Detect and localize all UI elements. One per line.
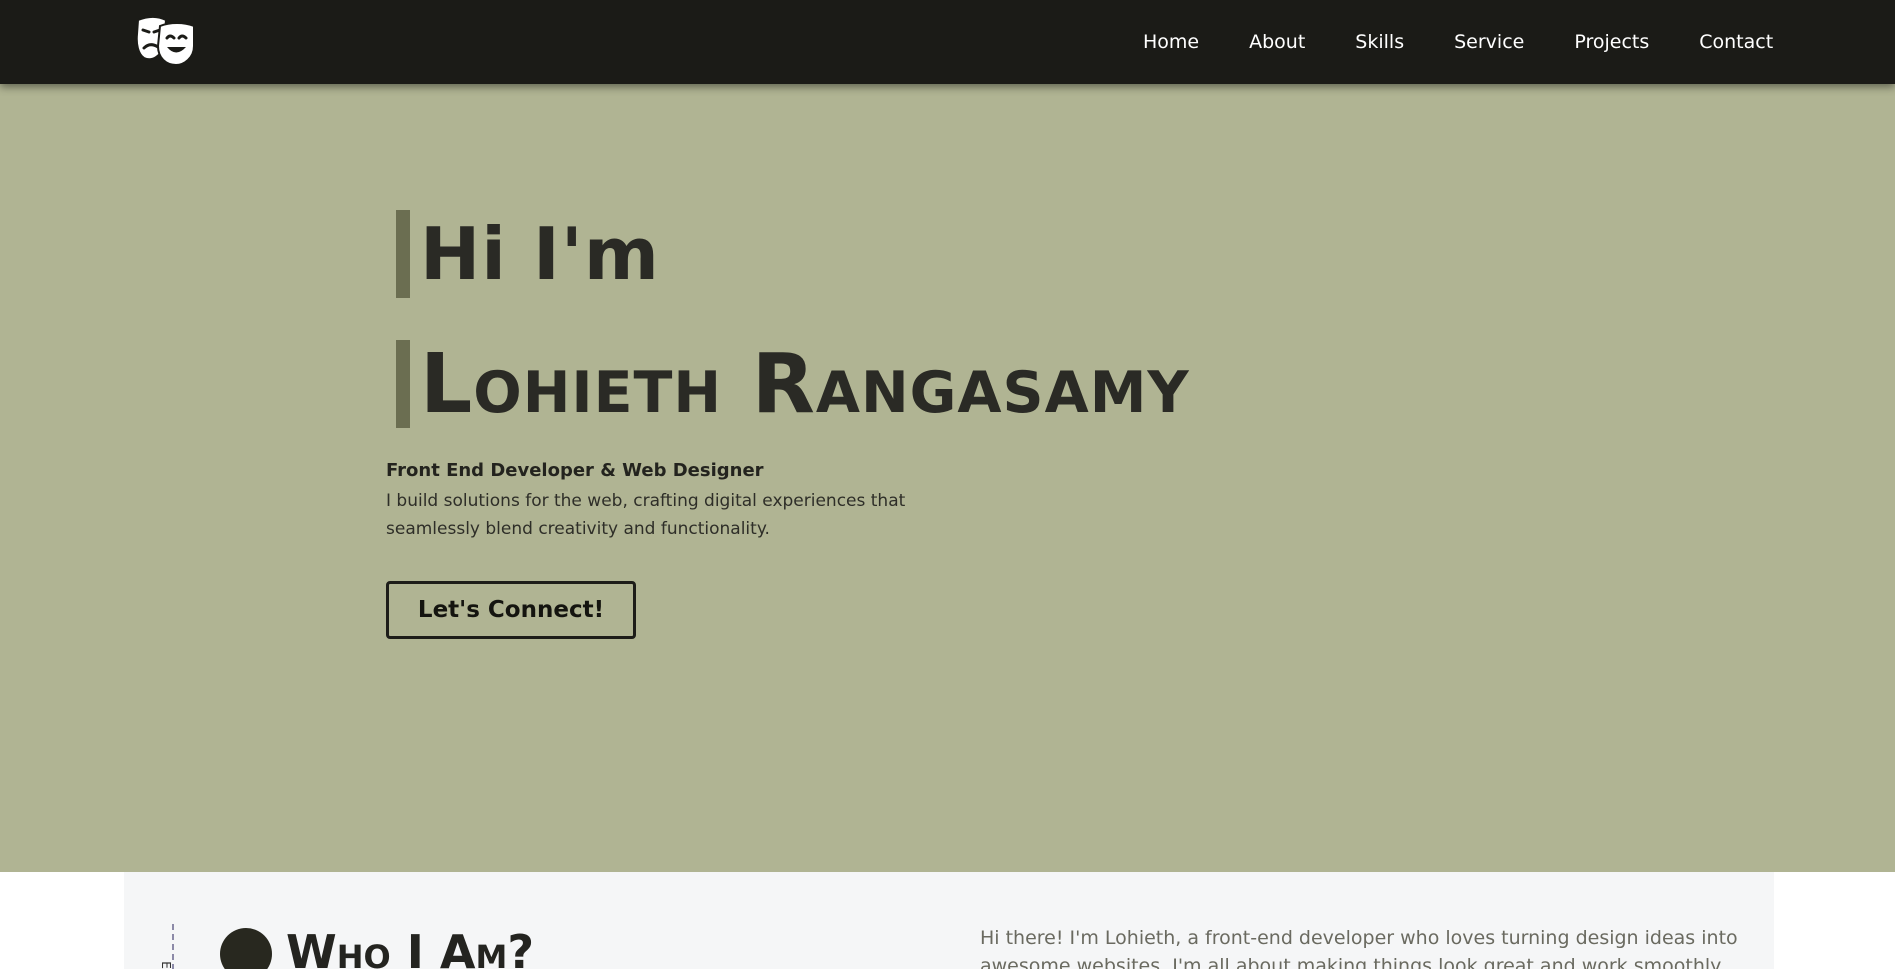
section-bullet — [220, 928, 272, 969]
nav-menu: Home About Skills Service Projects Conta… — [1143, 30, 1773, 54]
about-intro: Hi there! I'm Lohieth, a front-end devel… — [980, 927, 1738, 969]
hero-section: Hi I'm Lohieth Rangasamy Front End Devel… — [0, 84, 1895, 872]
accent-bar — [396, 340, 410, 428]
theater-masks-icon[interactable] — [134, 14, 198, 66]
nav-link-about[interactable]: About — [1249, 30, 1305, 54]
hero-name-line: Lohieth Rangasamy — [396, 337, 1190, 432]
about-section: E Who I Am? Hi there! I'm Lohieth, a fro… — [124, 872, 1774, 969]
hero-name: Lohieth Rangasamy — [420, 336, 1190, 432]
lets-connect-button[interactable]: Let's Connect! — [386, 581, 636, 639]
hero-role: Front End Developer & Web Designer — [386, 460, 764, 481]
timeline-label: E — [158, 961, 173, 969]
hero-greeting: Hi I'm — [420, 212, 660, 296]
hero-description: I build solutions for the web, crafting … — [386, 491, 906, 539]
nav-link-home[interactable]: Home — [1143, 30, 1199, 54]
accent-bar — [396, 210, 410, 298]
nav-link-contact[interactable]: Contact — [1699, 30, 1773, 54]
about-title: Who I Am? — [286, 925, 534, 969]
nav-link-service[interactable]: Service — [1454, 30, 1524, 54]
hero-greeting-line: Hi I'm — [396, 210, 660, 298]
nav-link-projects[interactable]: Projects — [1574, 30, 1649, 54]
navbar: Home About Skills Service Projects Conta… — [0, 0, 1895, 84]
nav-link-skills[interactable]: Skills — [1355, 30, 1404, 54]
